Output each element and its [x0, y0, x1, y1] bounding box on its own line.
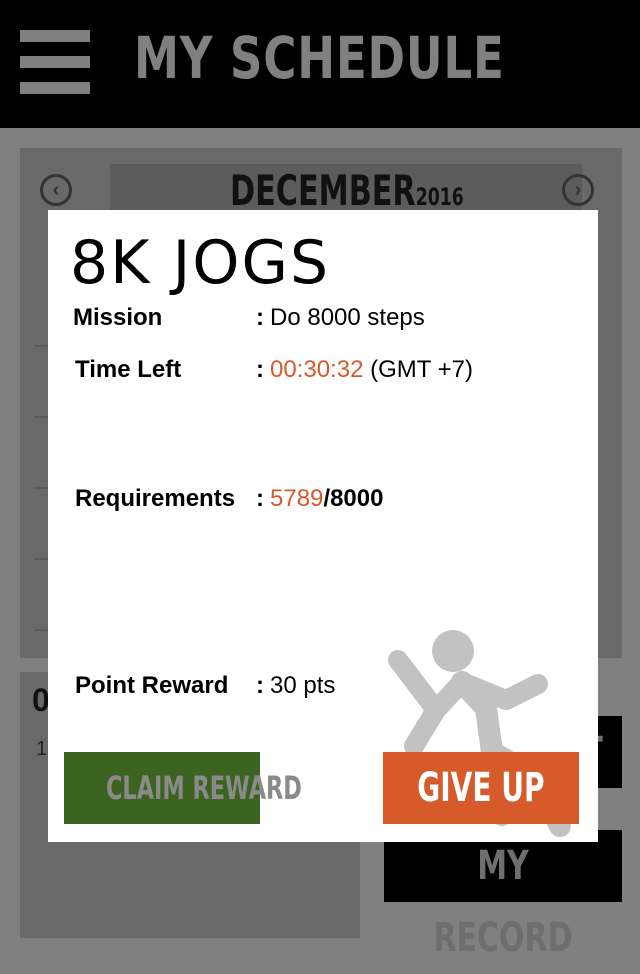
point-reward-label: Point Reward: [75, 672, 229, 699]
time-left-timezone: (GMT +7): [370, 356, 473, 383]
requirements-colon: :: [256, 485, 264, 512]
chevron-left-icon[interactable]: ‹: [40, 174, 72, 206]
mission-colon: :: [256, 304, 264, 331]
app-header: MY SCHEDULE: [0, 0, 640, 128]
requirements-current: 5789: [270, 485, 324, 512]
calendar-month-label: DECEMBER2016: [230, 166, 464, 215]
time-left-colon: :: [256, 356, 264, 383]
mission-modal: 8K JOGS Mission : Do 8000 steps Time Lef…: [48, 210, 598, 842]
time-left-countdown: 00:30:32: [270, 356, 364, 383]
schedule-text: 1: [36, 738, 48, 760]
time-left-value: 00:30:32 (GMT +7): [270, 356, 473, 384]
time-left-label: Time Left: [75, 356, 182, 383]
mission-label: Mission: [73, 304, 163, 331]
requirements-label: Requirements: [75, 485, 236, 512]
requirements-target: 8000: [330, 485, 384, 512]
mission-value: Do 8000 steps: [270, 304, 425, 331]
requirements-value: 5789/8000: [270, 485, 383, 513]
point-reward-colon: :: [256, 672, 264, 699]
mission-title: 8K JOGS: [70, 228, 331, 298]
claim-reward-button[interactable]: CLAIM REWARD: [64, 752, 302, 824]
give-up-button[interactable]: GIVE UP: [383, 752, 579, 824]
chevron-right-icon[interactable]: ›: [562, 174, 594, 206]
point-reward-value: 30 pts: [270, 672, 336, 699]
hamburger-menu-icon[interactable]: [20, 30, 90, 94]
page-title: MY SCHEDULE: [134, 24, 505, 92]
